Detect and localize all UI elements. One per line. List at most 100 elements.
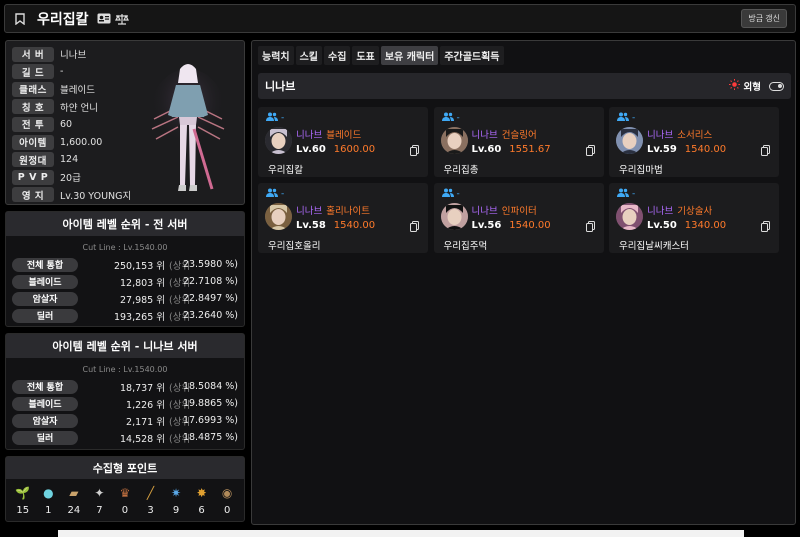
profile-label: 아이템 bbox=[12, 134, 54, 150]
profile-value: 60 bbox=[60, 118, 73, 130]
mokoko-seed-icon: 🌱 bbox=[15, 486, 31, 500]
rank-label: 전체 통합 bbox=[12, 379, 78, 394]
character-card[interactable]: - 니나브 건슬링어 Lv.60 1551.67 우리집총 bbox=[433, 107, 604, 177]
character-class: 블레이드 bbox=[326, 130, 362, 141]
ad-banner[interactable] bbox=[58, 530, 744, 537]
character-group-value: - bbox=[456, 189, 460, 199]
bookmark-icon[interactable] bbox=[13, 12, 27, 26]
rank-label: 딜러 bbox=[12, 308, 78, 323]
character-group: - bbox=[266, 112, 284, 124]
character-card[interactable]: - 니나브 홀리나이트 Lv.58 1540.00 우리집호올리 bbox=[258, 183, 428, 253]
copy-icon[interactable] bbox=[410, 221, 419, 232]
rank-server-title: 아이템 레벨 순위 - 니나브 서버 bbox=[6, 334, 244, 358]
users-icon bbox=[617, 188, 629, 200]
copy-icon[interactable] bbox=[585, 145, 595, 156]
collect-item: ◉ 0 bbox=[215, 486, 239, 516]
main-panel: 능력치 스킬 수집 도표 보유 캐릭터 주간골드획득 니나브 외형 - 니나브 블레이드 Lv.… bbox=[251, 40, 796, 525]
character-levels: Lv.60 1600.00 bbox=[296, 144, 375, 155]
tab-item[interactable]: 보유 캐릭터 bbox=[380, 46, 439, 65]
tab-item[interactable]: 스킬 bbox=[295, 46, 323, 65]
character-server: 니나브 bbox=[471, 206, 498, 217]
rank-position: 12,803 위 bbox=[119, 277, 165, 289]
character-name: 우리집칼 bbox=[268, 165, 303, 176]
character-server: 니나브 bbox=[296, 206, 323, 217]
character-card[interactable]: - 니나브 소서리스 Lv.59 1540.00 우리집마법 bbox=[609, 107, 779, 177]
character-card[interactable]: - 니나브 블레이드 Lv.60 1600.00 우리집칼 bbox=[258, 107, 428, 177]
character-portrait bbox=[616, 127, 643, 154]
character-server: 니나브 bbox=[296, 130, 323, 141]
character-item-level: 1600.00 bbox=[333, 144, 376, 155]
collect-value: 0 bbox=[121, 505, 129, 516]
character-server-class: 니나브 블레이드 bbox=[296, 127, 361, 141]
great-art-icon: ▰ bbox=[69, 486, 79, 500]
profile-panel: 서 버 니나브 길 드 - 클래스 블레이드 칭 호 하얀 언니 전 투 60 아이템 1,600.0… bbox=[5, 40, 245, 205]
character-levels: Lv.58 1540.00 bbox=[296, 220, 375, 231]
profile-label: 전 투 bbox=[12, 116, 54, 132]
profile-row: 원정대 124 bbox=[12, 152, 78, 168]
tab-item[interactable]: 수집 bbox=[324, 46, 351, 65]
character-portrait bbox=[265, 127, 292, 154]
users-icon bbox=[441, 188, 454, 200]
users-icon bbox=[266, 112, 278, 124]
sea-bounty-icon: ╱ bbox=[146, 486, 155, 500]
rank-row: 암살자 2,171 위 (상위 17.6993 %) bbox=[6, 412, 244, 429]
profile-value: 1,600.00 bbox=[60, 136, 103, 148]
character-server-class: 니나브 홀리나이트 bbox=[296, 203, 370, 217]
appearance-toggle[interactable] bbox=[769, 81, 784, 91]
profile-label: 길 드 bbox=[12, 64, 54, 80]
character-level: Lv.56 bbox=[471, 220, 502, 231]
rank-row: 블레이드 1,226 위 (상위 19.8865 %) bbox=[6, 395, 244, 412]
character-levels: Lv.59 1540.00 bbox=[647, 144, 726, 155]
collect-item: ✸ 6 bbox=[190, 486, 214, 516]
refresh-button[interactable]: 방금 갱신 bbox=[741, 9, 787, 28]
collect-item: ✷ 9 bbox=[164, 486, 188, 516]
character-group-value: - bbox=[281, 189, 285, 199]
character-card[interactable]: - 니나브 인파이터 Lv.56 1540.00 우리집주먹 bbox=[433, 183, 604, 253]
copy-icon[interactable] bbox=[410, 145, 419, 156]
server-section-header: 니나브 외형 bbox=[258, 73, 791, 99]
character-item-level: 1340.00 bbox=[684, 220, 727, 231]
collect-value: 15 bbox=[16, 505, 30, 516]
profile-label: 영 지 bbox=[12, 187, 54, 203]
character-item-level: 1540.00 bbox=[684, 144, 727, 155]
rank-percent: 18.5084 %) bbox=[182, 381, 238, 392]
character-class: 홀리나이트 bbox=[326, 206, 370, 217]
id-card-icon[interactable] bbox=[97, 12, 111, 26]
profile-row: 클래스 블레이드 bbox=[12, 81, 95, 97]
scale-icon[interactable] bbox=[114, 12, 129, 26]
copy-icon[interactable] bbox=[585, 221, 595, 232]
profile-row: P V P 20급 bbox=[12, 169, 81, 185]
tab-item[interactable]: 능력치 bbox=[258, 46, 294, 65]
appearance-toggle-group[interactable]: 외형 bbox=[728, 79, 784, 93]
sun-icon bbox=[728, 79, 740, 93]
character-name-title: 우리집칼 bbox=[37, 11, 89, 28]
character-class: 인파이터 bbox=[501, 206, 537, 217]
profile-value: Lv.30 YOUNG지 bbox=[60, 190, 132, 202]
profile-label: 원정대 bbox=[12, 152, 54, 168]
tab-item[interactable]: 도표 bbox=[352, 46, 379, 65]
character-name: 우리집주먹 bbox=[443, 241, 488, 252]
character-portrait bbox=[616, 203, 643, 230]
header-bar: 우리집칼 방금 갱신 bbox=[4, 4, 796, 33]
character-server: 니나브 bbox=[647, 130, 674, 141]
character-portrait bbox=[440, 203, 468, 230]
copy-icon[interactable] bbox=[761, 145, 770, 156]
character-levels: Lv.60 1551.67 bbox=[472, 144, 551, 155]
rank-percent: 22.8497 %) bbox=[182, 293, 238, 304]
copy-icon[interactable] bbox=[761, 221, 770, 232]
appearance-label: 외형 bbox=[743, 82, 761, 93]
users-icon bbox=[266, 188, 278, 200]
ignea-token-icon: ♛ bbox=[119, 486, 131, 500]
rank-label: 암살자 bbox=[12, 413, 78, 428]
tab-bar: 능력치 스킬 수집 도표 보유 캐릭터 주간골드획득 bbox=[258, 46, 504, 65]
character-class: 소서리스 bbox=[677, 130, 713, 141]
profile-row: 아이템 1,600.00 bbox=[12, 134, 102, 150]
collect-item: ✦ 7 bbox=[87, 486, 111, 516]
character-levels: Lv.56 1540.00 bbox=[472, 220, 551, 231]
tab-item[interactable]: 주간골드획득 bbox=[440, 46, 504, 65]
character-level: Lv.50 bbox=[647, 220, 677, 231]
rank-label: 블레이드 bbox=[12, 274, 78, 289]
character-card[interactable]: - 니나브 기상술사 Lv.50 1340.00 우리집날씨캐스터 bbox=[609, 183, 779, 253]
collect-item: ● 1 bbox=[36, 486, 60, 516]
profile-label: 칭 호 bbox=[12, 99, 54, 115]
